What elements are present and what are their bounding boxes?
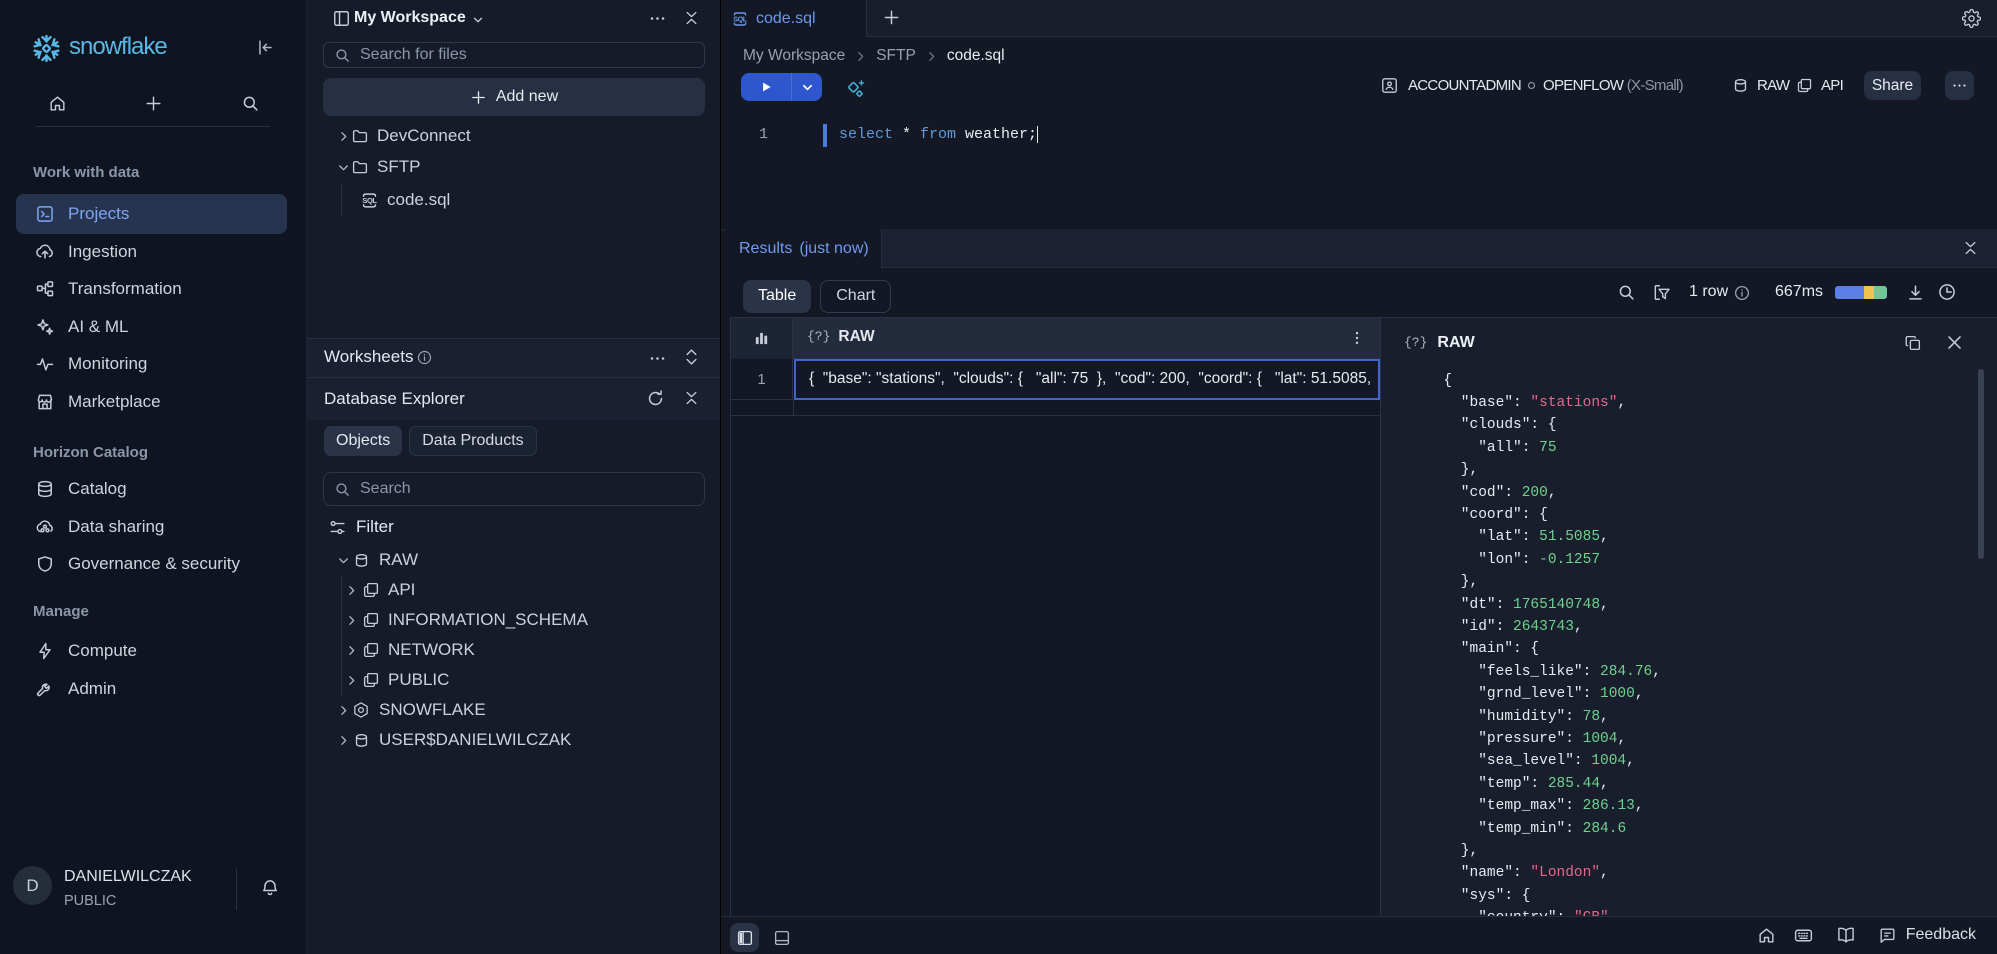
svg-text:SQL: SQL [733,15,748,23]
svg-text:SQL: SQL [362,196,377,205]
